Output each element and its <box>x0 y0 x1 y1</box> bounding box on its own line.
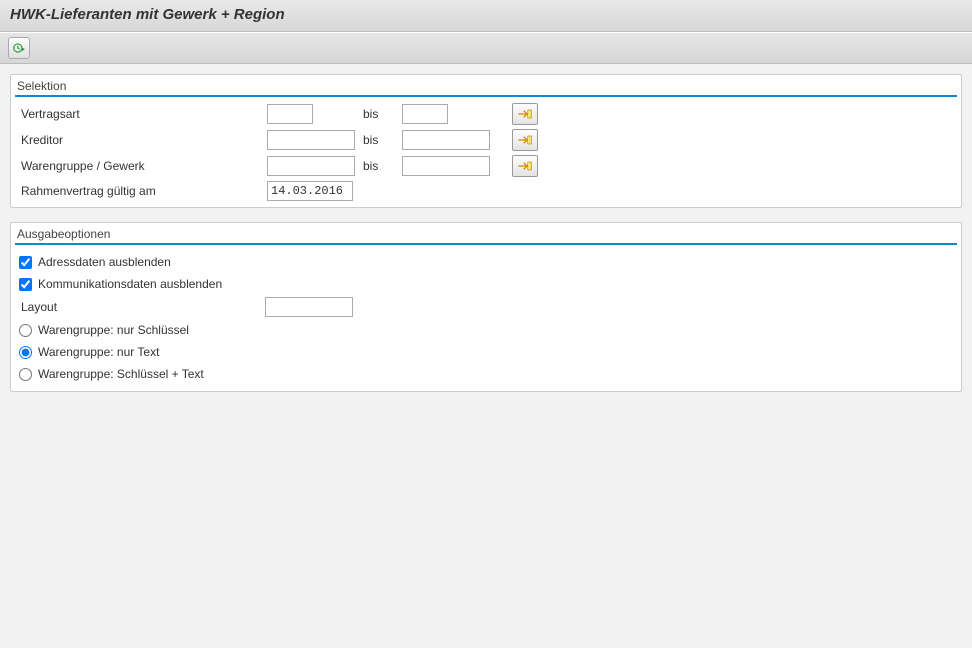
kreditor-multi-button[interactable] <box>512 129 538 151</box>
kreditor-bis-label: bis <box>357 133 402 147</box>
vertragsart-label: Vertragsart <box>17 105 267 123</box>
ausgabe-options: Adressdaten ausblenden Kommunikationsdat… <box>11 251 961 385</box>
page-title: HWK-Lieferanten mit Gewerk + Region <box>10 6 962 23</box>
kreditor-label: Kreditor <box>17 131 267 149</box>
radio-schluessel-row: Warengruppe: nur Schlüssel <box>17 319 955 341</box>
warengruppe-multi-button[interactable] <box>512 155 538 177</box>
adress-row: Adressdaten ausblenden <box>17 251 955 273</box>
kreditor-to-input[interactable] <box>402 130 490 150</box>
radio-text-label: Warengruppe: nur Text <box>36 345 159 359</box>
warengruppe-from-input[interactable] <box>267 156 355 176</box>
toolbar <box>0 32 972 64</box>
radio-text[interactable] <box>19 346 32 359</box>
selektion-header: Selektion <box>11 75 961 95</box>
radio-text-row: Warengruppe: nur Text <box>17 341 955 363</box>
vertragsart-from-input[interactable] <box>267 104 313 124</box>
warengruppe-label: Warengruppe / Gewerk <box>17 157 267 175</box>
selektion-grid: Vertragsart bis Kreditor bis Warengruppe… <box>11 103 961 201</box>
radio-both-row: Warengruppe: Schlüssel + Text <box>17 363 955 385</box>
komm-row: Kommunikationsdaten ausblenden <box>17 273 955 295</box>
ausgabe-panel: Ausgabeoptionen Adressdaten ausblenden K… <box>10 222 962 392</box>
warengruppe-bis-label: bis <box>357 159 402 173</box>
ausgabe-header: Ausgabeoptionen <box>11 223 961 243</box>
vertragsart-bis-label: bis <box>357 107 402 121</box>
radio-both-label: Warengruppe: Schlüssel + Text <box>36 367 204 381</box>
panel-rule <box>15 95 957 97</box>
execute-button[interactable] <box>8 37 30 59</box>
adress-label: Adressdaten ausblenden <box>36 255 171 269</box>
komm-checkbox[interactable] <box>19 278 32 291</box>
kreditor-from-input[interactable] <box>267 130 355 150</box>
komm-label: Kommunikationsdaten ausblenden <box>36 277 222 291</box>
radio-schluessel-label: Warengruppe: nur Schlüssel <box>36 323 189 337</box>
layout-row: Layout <box>17 295 955 319</box>
radio-schluessel[interactable] <box>19 324 32 337</box>
rahmenvertrag-input[interactable] <box>267 181 353 201</box>
rahmenvertrag-label: Rahmenvertrag gültig am <box>17 182 267 200</box>
warengruppe-to-input[interactable] <box>402 156 490 176</box>
adress-checkbox[interactable] <box>19 256 32 269</box>
content-area: Selektion Vertragsart bis Kreditor bis W… <box>0 64 972 392</box>
radio-both[interactable] <box>19 368 32 381</box>
layout-label: Layout <box>17 298 265 316</box>
layout-input[interactable] <box>265 297 353 317</box>
panel-rule-2 <box>15 243 957 245</box>
vertragsart-multi-button[interactable] <box>512 103 538 125</box>
title-bar: HWK-Lieferanten mit Gewerk + Region <box>0 0 972 32</box>
selektion-panel: Selektion Vertragsart bis Kreditor bis W… <box>10 74 962 208</box>
vertragsart-to-input[interactable] <box>402 104 448 124</box>
clock-execute-icon <box>12 41 26 55</box>
